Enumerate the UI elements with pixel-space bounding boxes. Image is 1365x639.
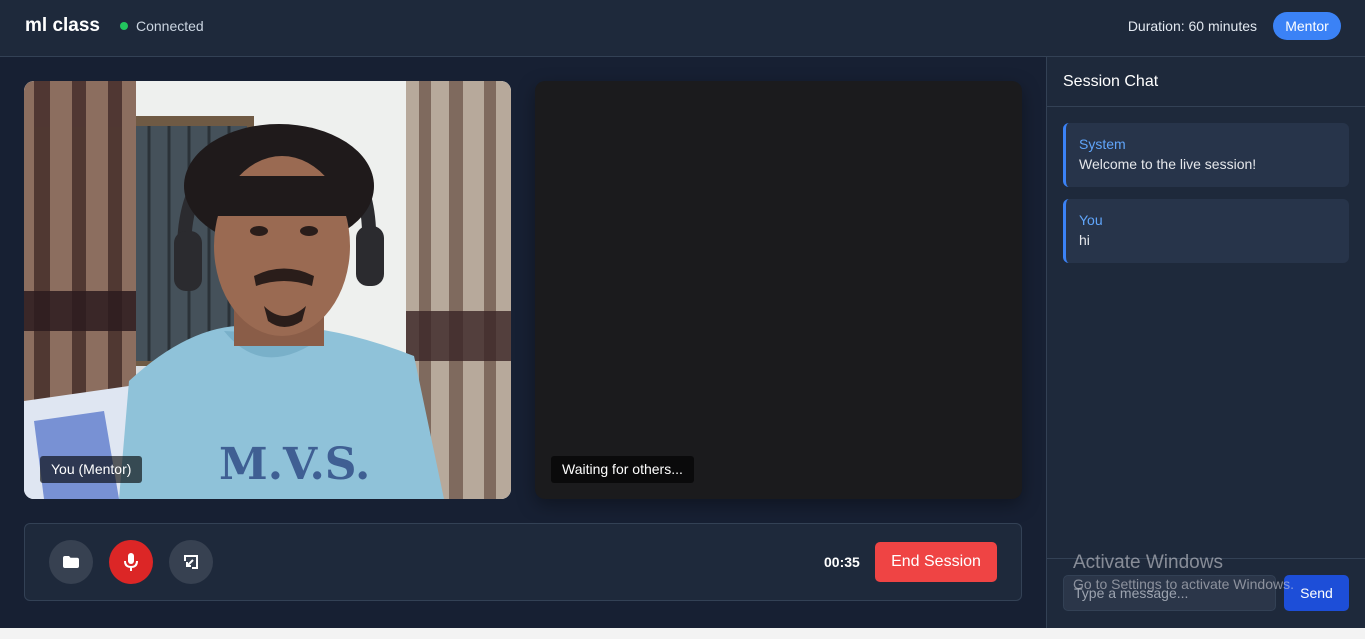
toggle-mic-button[interactable] [109, 540, 153, 584]
toggle-video-button[interactable] [49, 540, 93, 584]
chat-message-author: You [1079, 212, 1103, 228]
remote-video-label: Waiting for others... [551, 456, 694, 483]
chat-message-text: hi [1079, 232, 1090, 248]
chat-message-text: Welcome to the live session! [1079, 156, 1257, 172]
local-video-label: You (Mentor) [40, 456, 143, 483]
role-badge: Mentor [1273, 12, 1341, 40]
chat-message: You hi [1063, 199, 1349, 263]
chat-title: Session Chat [1047, 57, 1365, 107]
screen-share-button[interactable] [169, 540, 213, 584]
session-duration: Duration: 60 minutes [1127, 18, 1257, 34]
connection-status-dot [120, 22, 128, 30]
remote-video: Waiting for others... [535, 81, 1022, 499]
send-button[interactable]: Send [1284, 575, 1349, 611]
chat-panel: Session Chat System Welcome to the live … [1046, 57, 1365, 628]
video-area: M.V.S. You (Mentor) Waiting for others..… [0, 57, 1046, 628]
connection-status-text: Connected [136, 18, 204, 34]
chat-message-author: System [1079, 136, 1126, 152]
top-bar: ml class Connected Duration: 60 minutes … [0, 0, 1365, 57]
svg-text:M.V.S.: M.V.S. [219, 439, 370, 490]
screen-share-icon [184, 555, 198, 569]
os-taskbar [0, 628, 1365, 639]
chat-message: System Welcome to the live session! [1063, 123, 1349, 187]
local-video: M.V.S. You (Mentor) [24, 81, 511, 499]
chat-composer: Send [1047, 558, 1365, 628]
local-video-feed: M.V.S. [24, 81, 511, 499]
microphone-icon [124, 553, 138, 571]
session-title: ml class [25, 15, 100, 36]
session-timer: 00:35 [824, 554, 860, 570]
call-controls: 00:35 End Session [24, 523, 1022, 601]
chat-message-input[interactable] [1063, 575, 1276, 611]
video-icon [63, 556, 79, 568]
end-session-button[interactable]: End Session [875, 542, 997, 582]
